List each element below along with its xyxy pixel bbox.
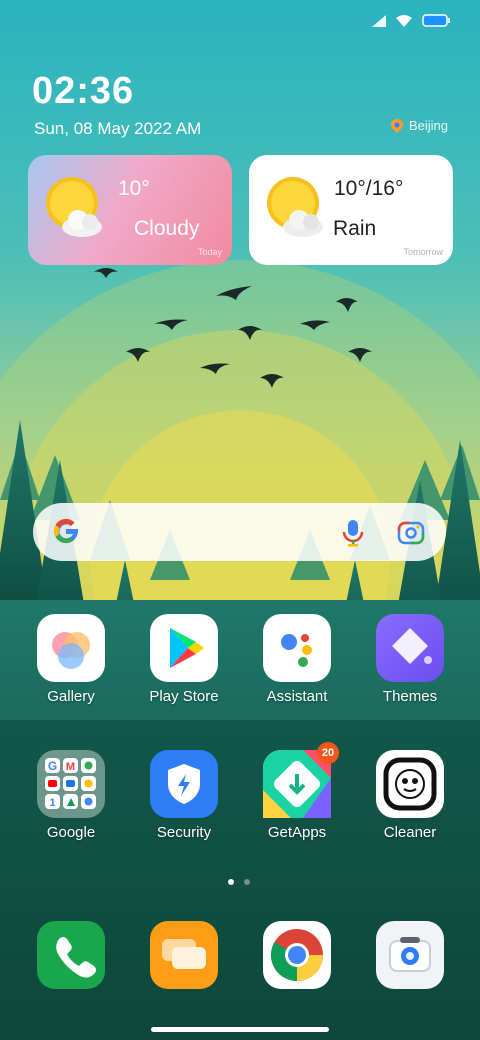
- today-condition: Cloudy: [134, 217, 200, 240]
- tomorrow-condition: Rain: [333, 217, 377, 240]
- app-label: Assistant: [266, 688, 328, 705]
- signal-icon: [372, 14, 386, 27]
- app-label: Gallery: [47, 688, 95, 705]
- gallery-icon: [37, 614, 105, 682]
- svg-text:1: 1: [49, 797, 55, 809]
- partly-cloudy-icon: [46, 177, 102, 237]
- security-shield-icon: [150, 750, 218, 818]
- google-lens-icon[interactable]: [397, 519, 425, 545]
- tomorrow-label: Tomorrow: [403, 247, 443, 257]
- home-indicator[interactable]: [151, 1027, 329, 1032]
- cleaner-icon: [376, 750, 444, 818]
- page-dot: [244, 879, 250, 885]
- wifi-icon: [396, 14, 412, 27]
- app-google-folder[interactable]: G M 1 Google: [16, 750, 126, 841]
- assistant-icon: [263, 614, 331, 682]
- page-dot-active: [228, 879, 234, 885]
- clock-time[interactable]: 02:36: [32, 70, 134, 113]
- tomorrow-temperature: 10°/16°: [334, 177, 404, 200]
- battery-icon: [422, 14, 450, 27]
- google-search-bar[interactable]: [33, 503, 446, 561]
- dock-messages[interactable]: [129, 921, 239, 989]
- getapps-icon: 20: [263, 742, 339, 818]
- app-getapps[interactable]: 20 GetApps: [242, 742, 352, 841]
- themes-icon: [376, 614, 444, 682]
- dock-camera[interactable]: [355, 921, 465, 989]
- google-g-icon: [53, 518, 78, 544]
- app-themes[interactable]: Themes: [355, 614, 465, 705]
- phone-icon: [37, 921, 105, 989]
- camera-icon: [376, 921, 444, 989]
- dock-chrome[interactable]: [242, 921, 352, 989]
- app-label: Security: [156, 824, 212, 841]
- app-assistant[interactable]: Assistant: [242, 614, 352, 705]
- app-label: Google: [46, 824, 96, 841]
- app-label: GetApps: [267, 824, 327, 841]
- play-store-icon: [150, 614, 218, 682]
- dock-phone[interactable]: [16, 921, 126, 989]
- page-indicator: [228, 879, 250, 885]
- svg-text:G: G: [48, 759, 57, 773]
- rain-icon: [267, 177, 323, 237]
- weather-location[interactable]: Beijing: [390, 118, 448, 133]
- status-bar: [372, 14, 450, 27]
- notification-badge: 20: [317, 742, 339, 764]
- svg-text:M: M: [66, 761, 75, 773]
- microphone-icon[interactable]: [342, 519, 364, 547]
- google-folder-icon: G M 1: [37, 750, 105, 818]
- messages-icon: [150, 921, 218, 989]
- app-play-store[interactable]: Play Store: [129, 614, 239, 705]
- app-gallery[interactable]: Gallery: [16, 614, 126, 705]
- today-temperature: 10°: [118, 177, 150, 200]
- clock-date: Sun, 08 May 2022 AM: [34, 119, 202, 138]
- app-security[interactable]: Security: [129, 750, 239, 841]
- app-label: Play Store: [149, 688, 219, 705]
- chrome-icon: [263, 921, 331, 989]
- location-pin-icon: [390, 118, 403, 133]
- app-label: Themes: [382, 688, 438, 705]
- weather-widget-tomorrow[interactable]: 10°/16° Rain Tomorrow: [249, 155, 453, 265]
- location-label: Beijing: [408, 118, 448, 133]
- today-label: Today: [197, 247, 222, 257]
- weather-widget-today[interactable]: 10° Cloudy Today: [28, 155, 232, 265]
- app-label: Cleaner: [383, 824, 437, 841]
- app-cleaner[interactable]: Cleaner: [355, 750, 465, 841]
